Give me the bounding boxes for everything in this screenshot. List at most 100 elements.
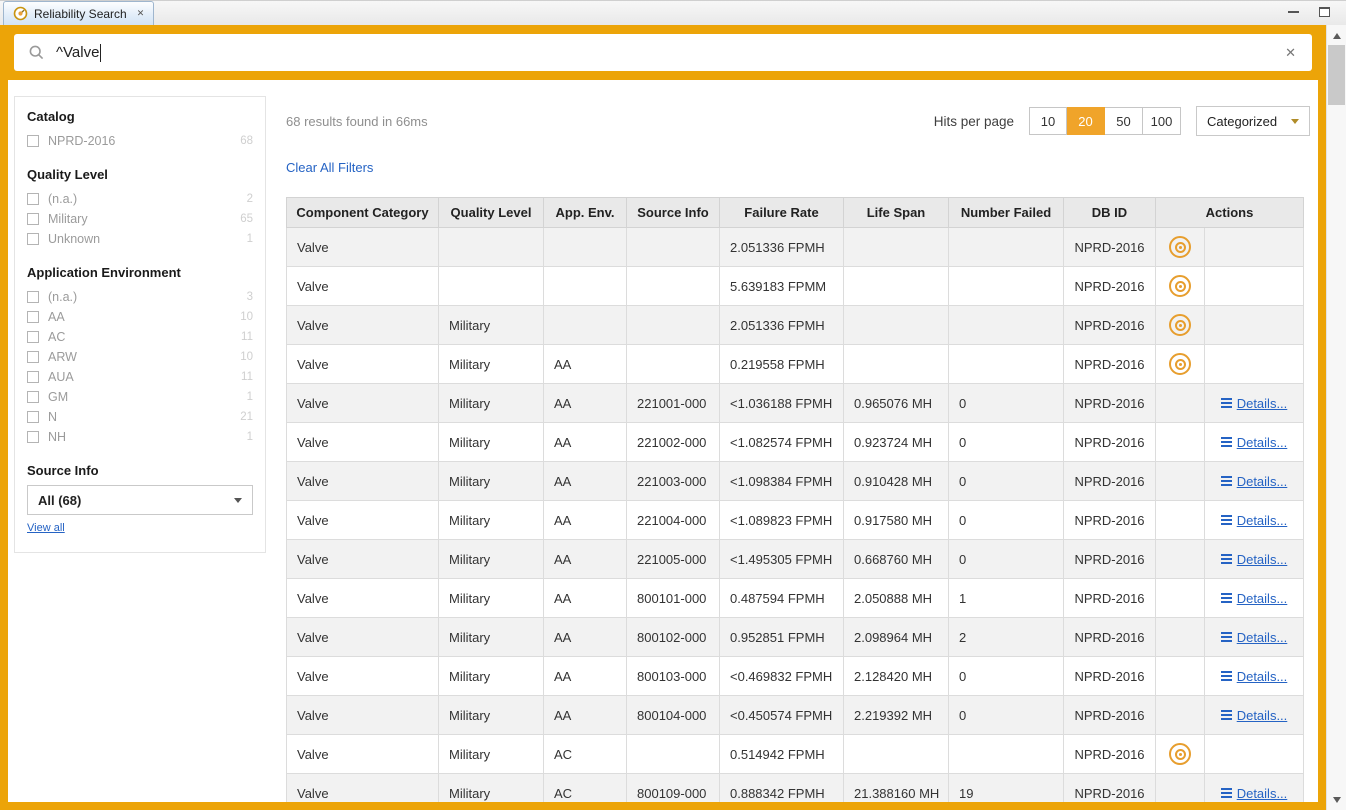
tab-close-icon[interactable]: ✕ (137, 8, 145, 19)
cell-source-info: 800101-000 (627, 579, 720, 618)
cell-db-id: NPRD-2016 (1064, 579, 1156, 618)
action-link-slot (1204, 267, 1303, 305)
bullseye-dot (1179, 246, 1182, 249)
bullseye-ring (1175, 749, 1186, 760)
details-link-label: Details... (1237, 435, 1288, 450)
filter-item-nh[interactable]: NH1 (27, 427, 253, 447)
checkbox[interactable] (27, 351, 39, 363)
scrollbar-thumb[interactable] (1328, 45, 1345, 105)
cell-failure-rate: <0.469832 FPMH (720, 657, 844, 696)
checkbox[interactable] (27, 331, 39, 343)
vertical-scrollbar[interactable] (1326, 25, 1346, 810)
filter-item-unknown[interactable]: Unknown1 (27, 229, 253, 249)
filter-group: Quality Level(n.a.)2Military65Unknown1 (27, 167, 253, 249)
bullseye-icon[interactable] (1169, 353, 1191, 375)
cell-quality-level: Military (439, 540, 544, 579)
action-link-slot: Details... (1204, 618, 1303, 656)
filter-item-label: Unknown (48, 232, 100, 246)
search-input[interactable]: ^Valve (56, 44, 99, 61)
checkbox[interactable] (27, 233, 39, 245)
maximize-button[interactable] (1319, 7, 1330, 17)
cell-source-info (627, 306, 720, 345)
cell-component-category: Valve (287, 618, 439, 657)
cell-component-category: Valve (287, 384, 439, 423)
scroll-down-arrow[interactable] (1327, 791, 1346, 808)
checkbox[interactable] (27, 291, 39, 303)
details-icon (1221, 554, 1232, 564)
details-link[interactable]: Details... (1221, 669, 1288, 684)
bullseye-icon[interactable] (1169, 314, 1191, 336)
checkbox[interactable] (27, 135, 39, 147)
details-link-label: Details... (1237, 474, 1288, 489)
results-bar: 68 results found in 66ms Hits per page 1… (286, 106, 1310, 136)
cell-quality-level: Military (439, 774, 544, 803)
cell-component-category: Valve (287, 462, 439, 501)
results-table: Component CategoryQuality LevelApp. Env.… (286, 197, 1304, 802)
cell-actions: Details... (1156, 618, 1304, 657)
details-link[interactable]: Details... (1221, 513, 1288, 528)
details-link[interactable]: Details... (1221, 786, 1288, 801)
view-all-link[interactable]: View all (27, 522, 65, 534)
filter-item-label: AC (48, 330, 65, 344)
cell-failure-rate: 0.888342 FPMH (720, 774, 844, 803)
details-link[interactable]: Details... (1221, 396, 1288, 411)
filter-group-title: Source Info (27, 463, 253, 478)
filter-item-aa[interactable]: AA10 (27, 307, 253, 327)
cell-actions (1156, 306, 1304, 345)
bullseye-icon[interactable] (1169, 275, 1191, 297)
hits-per-page-50[interactable]: 50 (1105, 107, 1143, 135)
actions-cell (1156, 228, 1303, 266)
cell-component-category: Valve (287, 345, 439, 384)
checkbox[interactable] (27, 371, 39, 383)
search-box[interactable]: ^Valve ✕ (14, 34, 1312, 71)
details-link[interactable]: Details... (1221, 591, 1288, 606)
filter-item-n[interactable]: N21 (27, 407, 253, 427)
view-mode-dropdown[interactable]: Categorized (1196, 106, 1310, 136)
details-link[interactable]: Details... (1221, 435, 1288, 450)
cell-actions (1156, 228, 1304, 267)
clear-all-filters-link[interactable]: Clear All Filters (286, 160, 373, 175)
checkbox[interactable] (27, 193, 39, 205)
details-link[interactable]: Details... (1221, 552, 1288, 567)
filter-item-na[interactable]: (n.a.)2 (27, 189, 253, 209)
cell-life-span (844, 735, 949, 774)
hits-per-page-20[interactable]: 20 (1067, 107, 1105, 135)
action-link-slot: Details... (1204, 462, 1303, 500)
hits-per-page-10[interactable]: 10 (1029, 107, 1067, 135)
details-icon (1221, 632, 1232, 642)
filter-item-nprd2016[interactable]: NPRD-201668 (27, 131, 253, 151)
checkbox[interactable] (27, 431, 39, 443)
cell-quality-level: Military (439, 618, 544, 657)
clear-search-icon[interactable]: ✕ (1283, 45, 1298, 61)
source-info-dropdown[interactable]: All (68) (27, 485, 253, 515)
cell-life-span: 2.128420 MH (844, 657, 949, 696)
checkbox[interactable] (27, 391, 39, 403)
minimize-button[interactable] (1288, 11, 1299, 13)
checkbox[interactable] (27, 411, 39, 423)
filter-item-aua[interactable]: AUA11 (27, 367, 253, 387)
cell-failure-rate: 0.487594 FPMH (720, 579, 844, 618)
details-link[interactable]: Details... (1221, 708, 1288, 723)
filter-item-na[interactable]: (n.a.)3 (27, 287, 253, 307)
tab-reliability-search[interactable]: Reliability Search ✕ (3, 1, 154, 25)
details-link[interactable]: Details... (1221, 474, 1288, 489)
filter-item-gm[interactable]: GM1 (27, 387, 253, 407)
cell-app-env-: AA (544, 618, 627, 657)
bullseye-icon[interactable] (1169, 743, 1191, 765)
scroll-up-arrow[interactable] (1327, 27, 1346, 44)
table-row: ValveMilitaryAA800101-0000.487594 FPMH2.… (287, 579, 1304, 618)
window-controls (1288, 7, 1346, 25)
actions-cell: Details... (1156, 696, 1303, 734)
filter-group: Application Environment(n.a.)3AA10AC11AR… (27, 265, 253, 447)
checkbox[interactable] (27, 213, 39, 225)
filter-item-military[interactable]: Military65 (27, 209, 253, 229)
action-link-slot: Details... (1204, 774, 1303, 802)
details-link[interactable]: Details... (1221, 630, 1288, 645)
filter-item-ac[interactable]: AC11 (27, 327, 253, 347)
cell-source-info: 221005-000 (627, 540, 720, 579)
hits-per-page-100[interactable]: 100 (1143, 107, 1181, 135)
bullseye-icon[interactable] (1169, 236, 1191, 258)
details-link-label: Details... (1237, 786, 1288, 801)
checkbox[interactable] (27, 311, 39, 323)
filter-item-arw[interactable]: ARW10 (27, 347, 253, 367)
